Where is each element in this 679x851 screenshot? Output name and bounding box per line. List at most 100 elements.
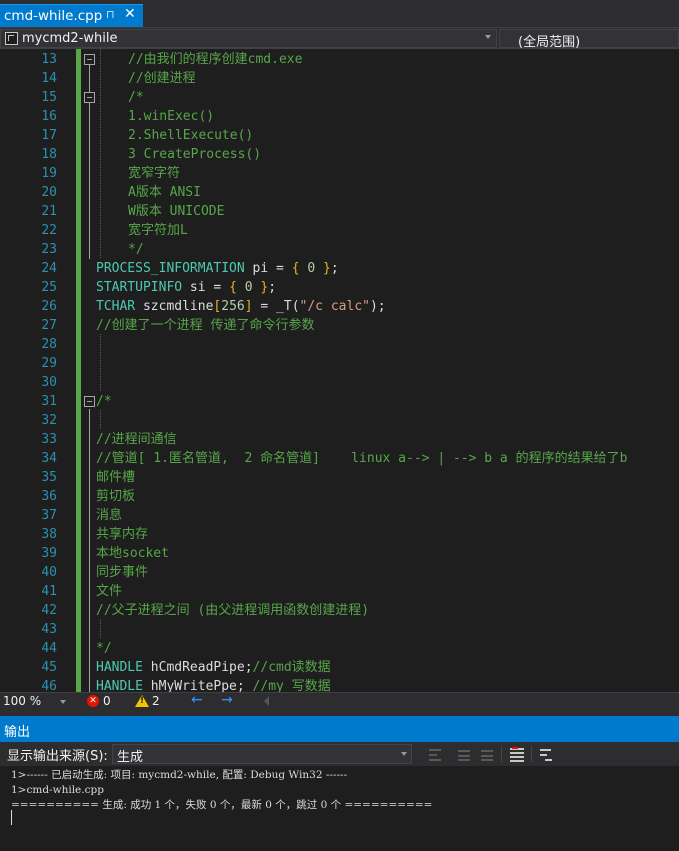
code-editor[interactable]: 13 //由我们的程序创建cmd.exe 14 //创建进程 15 /* 16 1.winEx… [0, 49, 679, 692]
code-token: 邮件槽 [96, 470, 136, 485]
code-text[interactable]: 2.ShellExecute() [128, 126, 253, 145]
code-text[interactable]: 宽窄字符 [128, 164, 180, 183]
code-text[interactable]: //进程间通信 [96, 430, 177, 449]
code-token: TCHAR [96, 299, 136, 314]
code-line[interactable]: 37 消息 [0, 506, 679, 525]
warning-mark: ! [140, 696, 145, 706]
code-line[interactable]: 45 HANDLE hCmdReadPipe;//cmd读数据 [0, 658, 679, 677]
code-text[interactable]: 邮件槽 [96, 468, 135, 487]
tab-cmd-while-cpp[interactable]: cmd-while.cpp ⊓ ✕ [0, 4, 143, 27]
output-text-area[interactable]: 1>------ 已启动生成: 项目: mycmd2-while, 配置: De… [0, 766, 679, 851]
code-text[interactable]: 宽字符加L [128, 221, 188, 240]
code-line[interactable]: 43 [0, 620, 679, 639]
chevron-down-icon[interactable] [60, 700, 66, 704]
code-line[interactable]: 14 //创建进程 [0, 69, 679, 88]
code-text[interactable]: /* [96, 392, 112, 411]
code-line[interactable]: 17 2.ShellExecute() [0, 126, 679, 145]
tab-title: cmd-while.cpp [4, 8, 103, 24]
code-line[interactable]: 39 本地socket [0, 544, 679, 563]
code-text[interactable]: 本地socket [96, 544, 169, 563]
output-toolbar: 显示输出来源(S): 生成 [0, 742, 679, 766]
output-source-value: 生成 [117, 750, 144, 765]
code-line[interactable]: 29 [0, 354, 679, 373]
code-token: W版本 UNICODE [128, 204, 225, 219]
chevron-down-icon[interactable] [401, 752, 407, 756]
code-text[interactable]: HANDLE hCmdReadPipe;//cmd读数据 [96, 658, 331, 677]
pin-icon[interactable]: ⊓ [106, 8, 115, 21]
code-text[interactable]: HANDLE hMyWritePpe; //my 写数据 [96, 677, 331, 692]
code-text[interactable]: 剪切板 [96, 487, 135, 506]
warning-count[interactable]: 2 [152, 694, 160, 708]
code-text[interactable]: //管道[ 1.匿名管道, 2 命名管道] linux a--> | --> b… [96, 449, 627, 468]
code-line[interactable]: 42 //父子进程之间 (由父进程调用函数创建进程) [0, 601, 679, 620]
code-text[interactable]: W版本 UNICODE [128, 202, 224, 221]
code-token: */ [96, 641, 112, 656]
code-text[interactable]: //创建进程 [128, 69, 196, 88]
scope-dropdown[interactable]: (全局范围) [499, 29, 679, 50]
code-token: //由我们的程序创建cmd.exe [128, 52, 303, 67]
line-number: 43 [41, 622, 57, 637]
code-line[interactable]: 33 //进程间通信 [0, 430, 679, 449]
code-text[interactable]: 共享内存 [96, 525, 148, 544]
code-text[interactable]: //创建了一个进程 传递了命令行参数 [96, 316, 314, 335]
code-text[interactable]: */ [128, 240, 144, 259]
toggle-word-wrap-icon[interactable] [537, 745, 555, 763]
error-icon[interactable]: ✕ [87, 695, 99, 707]
code-line[interactable]: 32 [0, 411, 679, 430]
code-token: 共享内存 [96, 527, 149, 542]
code-line[interactable]: 25 STARTUPINFO si = { 0 }; [0, 278, 679, 297]
code-line[interactable]: 18 3 CreateProcess() [0, 145, 679, 164]
code-line[interactable]: 36 剪切板 [0, 487, 679, 506]
code-text[interactable]: /* [128, 88, 144, 107]
code-text[interactable]: STARTUPINFO si = { 0 }; [96, 278, 276, 297]
code-line[interactable]: 19 宽窄字符 [0, 164, 679, 183]
code-line[interactable]: 31 /* [0, 392, 679, 411]
code-line[interactable]: 15 /* [0, 88, 679, 107]
scroll-left-icon[interactable] [264, 696, 269, 706]
code-text[interactable]: PROCESS_INFORMATION pi = { 0 }; [96, 259, 339, 278]
code-line[interactable]: 44 */ [0, 639, 679, 658]
close-icon[interactable]: ✕ [124, 6, 136, 22]
code-line[interactable]: 35 邮件槽 [0, 468, 679, 487]
output-panel-title[interactable]: 输出 [0, 716, 679, 742]
output-source-select[interactable]: 生成 [112, 744, 412, 765]
code-line[interactable]: 28 [0, 335, 679, 354]
code-line[interactable]: 13 //由我们的程序创建cmd.exe [0, 50, 679, 69]
code-line[interactable]: 46 HANDLE hMyWritePpe; //my 写数据 [0, 677, 679, 692]
code-text[interactable]: TCHAR szcmdline[256] = _T("/c calc"); [96, 297, 386, 316]
code-line[interactable]: 30 [0, 373, 679, 392]
next-message-icon[interactable] [478, 745, 496, 763]
clear-all-icon[interactable] [508, 745, 526, 763]
code-text[interactable]: //父子进程之间 (由父进程调用函数创建进程) [96, 601, 369, 620]
code-line[interactable]: 27 //创建了一个进程 传递了命令行参数 [0, 316, 679, 335]
project-dropdown[interactable]: mycmd2-while [0, 29, 497, 48]
code-text[interactable]: 文件 [96, 582, 122, 601]
chevron-down-icon[interactable] [485, 35, 491, 39]
code-line[interactable]: 16 1.winExec() [0, 107, 679, 126]
code-text[interactable]: 3 CreateProcess() [128, 145, 261, 164]
arrow-right-icon[interactable]: → [221, 692, 233, 708]
code-token: STARTUPINFO [96, 280, 183, 295]
code-line[interactable]: 26 TCHAR szcmdline[256] = _T("/c calc"); [0, 297, 679, 316]
code-text[interactable]: 消息 [96, 506, 122, 525]
zoom-level[interactable]: 100 % [3, 694, 41, 708]
code-line[interactable]: 21 W版本 UNICODE [0, 202, 679, 221]
arrow-left-icon[interactable]: ← [191, 692, 203, 708]
code-line[interactable]: 20 A版本 ANSI [0, 183, 679, 202]
code-text[interactable]: A版本 ANSI [128, 183, 201, 202]
code-text[interactable]: 1.winExec() [128, 107, 214, 126]
code-line[interactable]: 40 同步事件 [0, 563, 679, 582]
line-number: 24 [41, 261, 57, 276]
code-line[interactable]: 34 //管道[ 1.匿名管道, 2 命名管道] linux a--> | -->… [0, 449, 679, 468]
code-line[interactable]: 22 宽字符加L [0, 221, 679, 240]
code-line[interactable]: 24 PROCESS_INFORMATION pi = { 0 }; [0, 259, 679, 278]
find-message-in-code-icon[interactable] [426, 745, 444, 763]
code-text[interactable]: //由我们的程序创建cmd.exe [128, 50, 302, 69]
previous-message-icon[interactable] [455, 745, 473, 763]
code-text[interactable]: */ [96, 639, 112, 658]
code-line[interactable]: 41 文件 [0, 582, 679, 601]
code-line[interactable]: 38 共享内存 [0, 525, 679, 544]
code-line[interactable]: 23 */ [0, 240, 679, 259]
error-count[interactable]: 0 [103, 694, 111, 708]
code-text[interactable]: 同步事件 [96, 563, 148, 582]
